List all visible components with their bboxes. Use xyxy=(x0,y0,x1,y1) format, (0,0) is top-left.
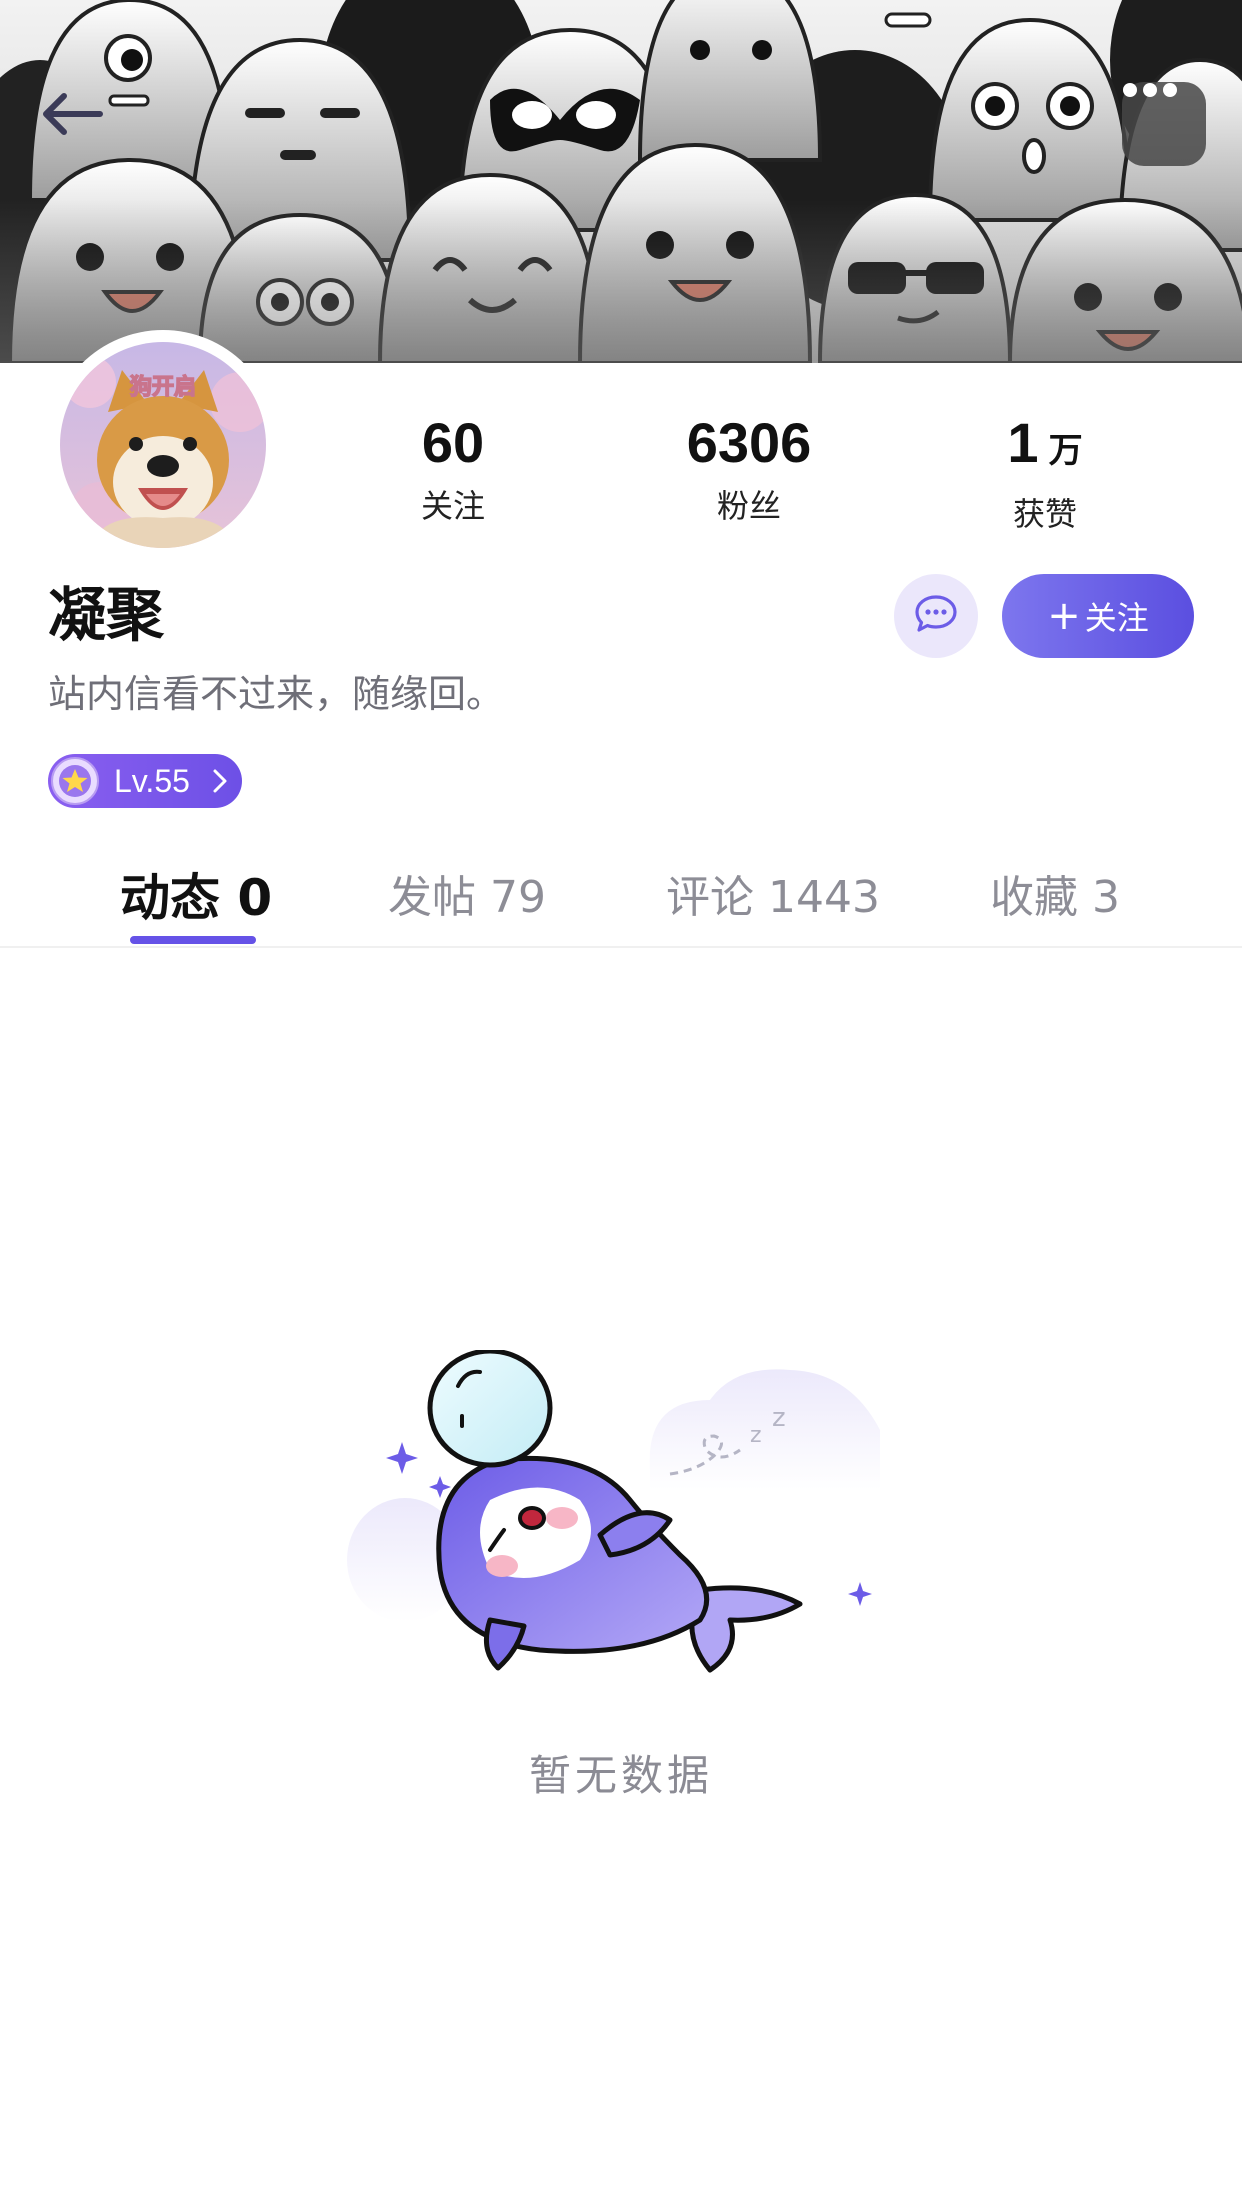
username: 凝聚 xyxy=(48,581,165,649)
tab-posts[interactable]: 发帖 79 xyxy=(388,868,546,928)
svg-text:z: z xyxy=(772,1403,786,1433)
tab-comments[interactable]: 评论 1443 xyxy=(666,868,880,928)
avatar-dog-image: 狗开启 xyxy=(60,342,266,548)
following-count: 60 xyxy=(421,411,485,474)
level-text: Lv.55 xyxy=(114,763,190,799)
tab-favorites[interactable]: 收藏 3 xyxy=(990,868,1120,928)
level-star-icon xyxy=(50,756,100,806)
likes-unit: 万 xyxy=(1048,432,1083,470)
empty-state-text: 暂无数据 xyxy=(528,1751,713,1800)
level-badge[interactable]: Lv.55 xyxy=(48,754,242,808)
bio: 站内信看不过来，随缘回。 xyxy=(48,672,505,716)
message-button[interactable] xyxy=(894,574,978,658)
fans-label: 粉丝 xyxy=(716,487,781,525)
likes-count-wrap: 1万 xyxy=(935,408,1155,486)
tab-activity[interactable]: 动态 0 xyxy=(120,868,272,928)
empty-state-illustration: z z xyxy=(340,1348,900,1710)
follow-button[interactable]: + 关注 xyxy=(1002,574,1194,658)
banner-illustration xyxy=(0,0,1242,363)
tab-active-indicator xyxy=(130,936,256,944)
likes-count: 1 xyxy=(1007,411,1039,474)
back-button[interactable] xyxy=(38,90,118,170)
tab-divider xyxy=(0,946,1242,948)
more-button[interactable] xyxy=(1122,82,1206,166)
chevron-right-icon xyxy=(212,768,228,798)
follow-label: 关注 xyxy=(1084,599,1149,637)
plus-icon: + xyxy=(1047,593,1081,639)
stat-following[interactable]: 60 关注 xyxy=(343,408,563,528)
chat-bubble-icon xyxy=(914,594,958,638)
following-label: 关注 xyxy=(420,487,485,525)
profile-banner xyxy=(0,0,1242,363)
svg-text:z: z xyxy=(750,1423,762,1448)
fans-count: 6306 xyxy=(686,411,812,474)
avatar-caption: 狗开启 xyxy=(130,374,196,400)
stat-fans[interactable]: 6306 粉丝 xyxy=(639,408,859,528)
likes-label: 获赞 xyxy=(1012,495,1077,533)
avatar[interactable]: 狗开启 xyxy=(60,342,266,548)
stat-likes[interactable]: 1万 获赞 xyxy=(935,408,1155,536)
